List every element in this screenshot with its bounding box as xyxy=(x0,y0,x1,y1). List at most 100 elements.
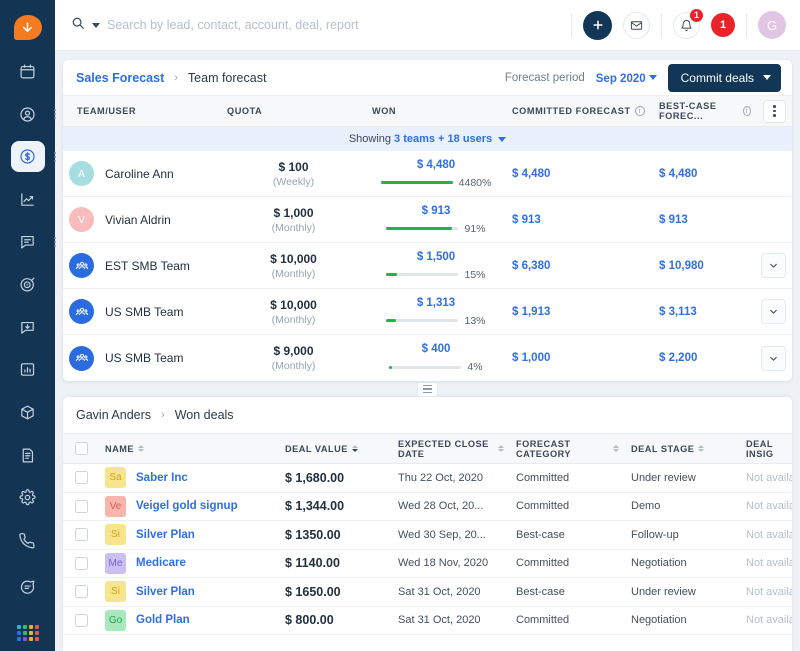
expand-row-chevron-down-icon[interactable] xyxy=(761,299,786,324)
commit-deals-button[interactable]: Commit deals xyxy=(668,64,781,92)
user-avatar[interactable]: G xyxy=(758,11,786,39)
column-header-deal-stage[interactable]: DEAL STAGE xyxy=(625,444,740,454)
sort-icon[interactable] xyxy=(613,445,619,452)
row-checkbox[interactable] xyxy=(75,614,88,627)
table-row[interactable]: Sa Saber Inc $ 1,680.00 Thu 22 Oct, 2020… xyxy=(63,464,792,493)
alerts-count-badge[interactable]: 1 xyxy=(711,13,735,37)
search-scope-chevron-down-icon[interactable] xyxy=(92,23,100,28)
showing-count-link[interactable]: 3 teams + 18 users xyxy=(394,133,492,145)
deal-stage: Under review xyxy=(631,472,696,484)
deal-insight-cell: Not availab xyxy=(740,500,792,512)
expand-row-chevron-down-icon[interactable] xyxy=(761,253,786,278)
won-amount[interactable]: $ 1,500 xyxy=(417,251,455,263)
info-icon[interactable]: i xyxy=(743,106,751,116)
table-options-kebab-icon[interactable] xyxy=(763,100,786,123)
row-checkbox[interactable] xyxy=(75,557,88,570)
row-checkbox[interactable] xyxy=(75,585,88,598)
expand-row-chevron-down-icon[interactable] xyxy=(761,346,786,371)
deal-name-link[interactable]: Medicare xyxy=(136,557,186,569)
table-row[interactable]: Si Silver Plan $ 1650.00 Sat 31 Oct, 202… xyxy=(63,578,792,607)
table-row[interactable]: VVivian Aldrin $ 1,000 (Monthly) $ 913 9… xyxy=(63,197,792,243)
divider xyxy=(661,13,662,37)
table-row[interactable]: US SMB Team $ 10,000 (Monthly) $ 1,313 1… xyxy=(63,289,792,335)
best-case-amount[interactable]: $ 4,480 xyxy=(659,168,697,180)
deal-name-link[interactable]: Silver Plan xyxy=(136,586,195,598)
deal-name-link[interactable]: Saber Inc xyxy=(136,472,188,484)
table-row[interactable]: Go Gold Plan $ 800.00 Sat 31 Oct, 2020 C… xyxy=(63,607,792,636)
chevron-down-icon[interactable] xyxy=(498,137,506,142)
won-amount[interactable]: $ 4,480 xyxy=(417,159,455,171)
add-new-button[interactable] xyxy=(583,11,612,40)
committed-amount[interactable]: $ 1,000 xyxy=(512,352,550,364)
column-header-deal-insight[interactable]: DEAL INSIG xyxy=(740,439,792,459)
info-icon[interactable]: i xyxy=(635,106,645,116)
sidebar-item-documents[interactable] xyxy=(11,440,45,471)
forecast-row-quota: $ 1,000 (Monthly) xyxy=(221,206,366,234)
won-amount[interactable]: $ 400 xyxy=(422,343,451,355)
row-checkbox[interactable] xyxy=(75,500,88,513)
notifications-bell-icon[interactable]: 1 xyxy=(673,12,700,39)
row-checkbox[interactable] xyxy=(75,528,88,541)
column-header-deal-value[interactable]: DEAL VALUE xyxy=(279,444,392,454)
deal-avatar: Go xyxy=(105,610,126,631)
best-case-amount[interactable]: $ 913 xyxy=(659,214,688,226)
global-search[interactable] xyxy=(71,16,571,35)
sort-icon[interactable] xyxy=(352,445,358,452)
committed-amount[interactable]: $ 6,380 xyxy=(512,260,550,272)
deal-insight: Not availab xyxy=(746,472,792,484)
best-case-amount[interactable]: $ 2,200 xyxy=(659,352,697,364)
sidebar-item-contacts[interactable] xyxy=(11,99,45,130)
panel-resize-handle[interactable] xyxy=(417,382,438,397)
sidebar-item-analytics[interactable] xyxy=(11,354,45,385)
sidebar-item-reports[interactable] xyxy=(11,184,45,215)
mail-icon[interactable] xyxy=(623,12,650,39)
won-progress: 4% xyxy=(389,361,482,373)
committed-amount[interactable]: $ 1,913 xyxy=(512,306,550,318)
sidebar-item-phone[interactable] xyxy=(11,525,45,559)
sort-icon[interactable] xyxy=(498,445,504,452)
select-all-checkbox[interactable] xyxy=(75,442,88,455)
freshworks-logo-icon[interactable] xyxy=(14,15,42,40)
table-row[interactable]: ACaroline Ann $ 100 (Weekly) $ 4,480 448… xyxy=(63,151,792,197)
table-row[interactable]: Si Silver Plan $ 1350.00 Wed 30 Sep, 20.… xyxy=(63,521,792,550)
table-row[interactable]: Me Medicare $ 1140.00 Wed 18 Nov, 2020 C… xyxy=(63,550,792,579)
forecast-period-selector[interactable]: Sep 2020 xyxy=(596,69,657,87)
column-header-quota[interactable]: QUOTA xyxy=(221,106,366,116)
column-header-won[interactable]: WON xyxy=(366,106,506,116)
column-header-expected-close-date[interactable]: EXPECTED CLOSE DATE xyxy=(392,439,510,459)
sort-icon[interactable] xyxy=(138,445,144,452)
best-case-amount[interactable]: $ 3,113 xyxy=(659,306,697,318)
deal-stage: Demo xyxy=(631,500,660,512)
app-switcher-icon[interactable] xyxy=(17,625,39,641)
deal-name-link[interactable]: Gold Plan xyxy=(136,614,190,626)
column-header-forecast-category[interactable]: FORECAST CATEGORY xyxy=(510,439,625,459)
column-header-committed-forecast[interactable]: COMMITTED FORECAST i xyxy=(506,106,653,116)
table-row[interactable]: US SMB Team $ 9,000 (Monthly) $ 400 4% $… xyxy=(63,335,792,381)
column-header-team-user[interactable]: TEAM/USER xyxy=(63,106,221,116)
table-row[interactable]: Ve Veigel gold signup $ 1,344.00 Wed 28 … xyxy=(63,493,792,522)
sidebar-item-calendar[interactable] xyxy=(11,56,45,87)
breadcrumb-link-gavin-anders[interactable]: Gavin Anders xyxy=(76,408,151,422)
deal-name-link[interactable]: Silver Plan xyxy=(136,529,195,541)
row-checkbox[interactable] xyxy=(75,471,88,484)
sort-icon[interactable] xyxy=(698,445,704,452)
sidebar-item-target[interactable] xyxy=(11,269,45,300)
sidebar-item-deals[interactable] xyxy=(11,141,45,172)
sidebar-item-chat[interactable] xyxy=(11,227,45,258)
sidebar-item-inbox[interactable] xyxy=(11,312,45,343)
committed-amount[interactable]: $ 913 xyxy=(512,214,541,226)
sidebar-item-products[interactable] xyxy=(11,397,45,428)
deal-name-link[interactable]: Veigel gold signup xyxy=(136,500,238,512)
column-header-best-case-forecast[interactable]: BEST-CASE FOREC... i xyxy=(653,101,757,121)
breadcrumb-link-sales-forecast[interactable]: Sales Forecast xyxy=(76,71,164,85)
best-case-amount[interactable]: $ 10,980 xyxy=(659,260,704,272)
column-header-name[interactable]: NAME xyxy=(99,444,279,454)
sidebar-item-support-chat[interactable] xyxy=(11,571,45,605)
forecast-row-best-case: $ 10,980 xyxy=(653,260,755,272)
table-row[interactable]: EST SMB Team $ 10,000 (Monthly) $ 1,500 … xyxy=(63,243,792,289)
search-input[interactable] xyxy=(107,18,571,32)
sidebar-item-settings[interactable] xyxy=(11,482,45,513)
won-amount[interactable]: $ 1,313 xyxy=(417,297,455,309)
won-amount[interactable]: $ 913 xyxy=(422,205,451,217)
committed-amount[interactable]: $ 4,480 xyxy=(512,168,550,180)
